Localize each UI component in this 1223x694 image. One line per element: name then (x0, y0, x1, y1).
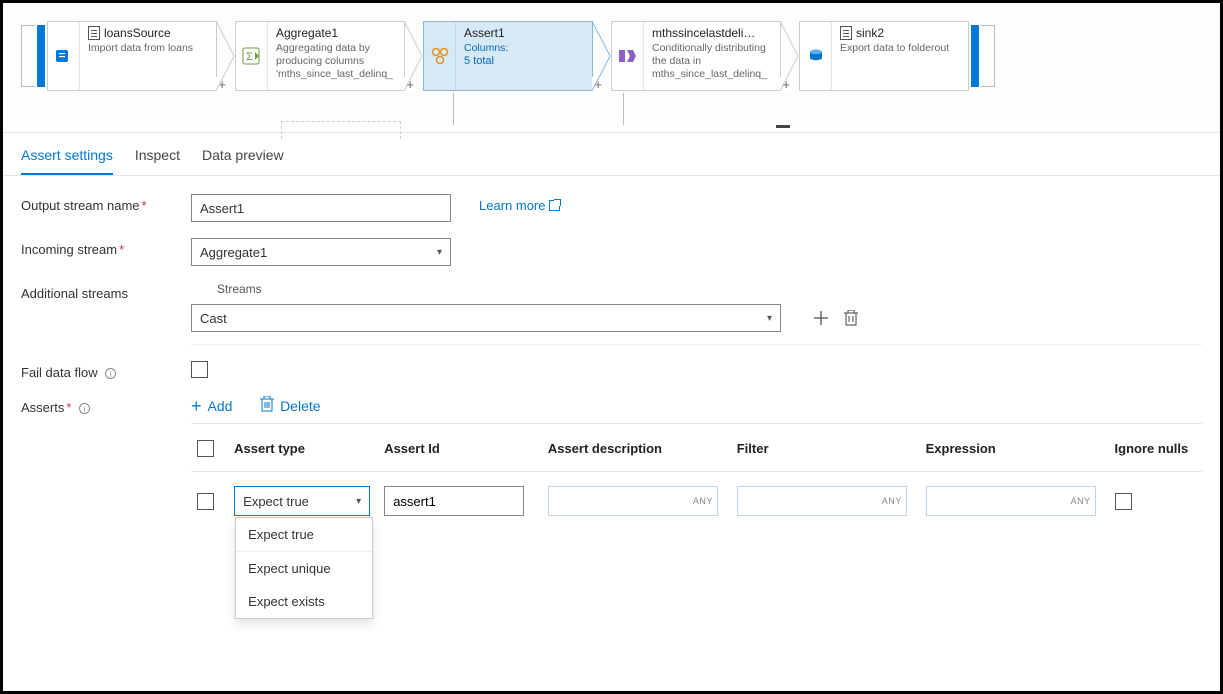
col-header-id: Assert Id (384, 441, 534, 456)
node-title: sink2 (856, 26, 884, 40)
flow-node-loanssource[interactable]: loansSource Import data from loans + (47, 21, 217, 91)
col-header-filter: Filter (737, 441, 912, 456)
output-stream-input[interactable] (191, 194, 451, 222)
output-stream-label: Output stream name* (21, 194, 191, 213)
col-header-type: Assert type (234, 441, 370, 456)
assert-id-input[interactable] (384, 486, 524, 516)
tab-data-preview[interactable]: Data preview (202, 141, 284, 175)
flow-node-aggregate1[interactable]: Σ Aggregate1 Aggregating data by produci… (235, 21, 405, 91)
info-icon[interactable]: i (79, 403, 90, 414)
svg-text:Σ: Σ (246, 51, 253, 63)
flow-end-cap (971, 25, 979, 87)
col-header-expression: Expression (926, 441, 1101, 456)
incoming-stream-label: Incoming stream* (21, 238, 191, 257)
external-link-icon (549, 200, 560, 211)
flow-connector (781, 21, 799, 91)
flow-connector (593, 21, 611, 91)
col-header-desc: Assert description (548, 441, 723, 456)
tab-inspect[interactable]: Inspect (135, 141, 180, 175)
node-title: loansSource (104, 26, 171, 40)
node-title: Aggregate1 (276, 26, 338, 40)
expression-input[interactable]: ANY (926, 486, 1096, 516)
table-row: Expect true ▾ Expect true Expect unique … (191, 472, 1202, 530)
dropdown-option[interactable]: Expect true (236, 518, 372, 552)
chevron-down-icon: ▾ (356, 496, 361, 507)
streams-select[interactable]: Cast ▾ (191, 304, 781, 332)
flow-node-sink2[interactable]: sink2 Export data to folderout (799, 21, 969, 91)
assert-icon (424, 22, 456, 90)
fail-data-flow-checkbox[interactable] (191, 361, 208, 378)
incoming-stream-select[interactable]: Aggregate1 ▾ (191, 238, 451, 266)
document-icon (88, 26, 100, 40)
select-all-checkbox[interactable] (197, 440, 214, 457)
dataflow-canvas: loansSource Import data from loans + Σ A… (3, 3, 1220, 133)
streams-header: Streams (217, 282, 1202, 296)
trash-icon (260, 396, 274, 415)
ignore-nulls-checkbox[interactable] (1115, 493, 1132, 510)
node-desc: Conditionally distributing the data in m… (652, 42, 772, 80)
flow-node-mthssincelastdeli[interactable]: mthssincelastdeli… Conditionally distrib… (611, 21, 781, 91)
flow-node-assert1[interactable]: Assert1 Columns: 5 total + (423, 21, 593, 91)
node-desc: Aggregating data by producing columns 'm… (276, 42, 396, 80)
chevron-down-icon: ▾ (437, 247, 442, 258)
filter-input[interactable]: ANY (737, 486, 907, 516)
dropdown-option[interactable]: Expect unique (236, 552, 372, 585)
chevron-down-icon: ▾ (767, 313, 772, 324)
source-icon (48, 22, 80, 90)
assert-description-input[interactable]: ANY (548, 486, 718, 516)
fail-data-flow-label: Fail data flow i (21, 361, 191, 380)
add-stream-button[interactable] (811, 308, 831, 328)
col-header-ignore-nulls: Ignore nulls (1115, 441, 1202, 456)
assert-type-dropdown: Expect true Expect unique Expect exists (235, 517, 373, 619)
additional-streams-label: Additional streams (21, 282, 191, 301)
split-icon (612, 22, 644, 90)
flow-begin-cap (37, 25, 45, 87)
branch-connector (623, 93, 624, 125)
node-title: Assert1 (464, 26, 505, 40)
ghost-node[interactable] (281, 121, 401, 139)
asserts-table: Assert type Assert Id Assert description… (191, 423, 1202, 530)
branch-connector (453, 93, 454, 125)
flow-end-outer (981, 25, 995, 87)
dropdown-option[interactable]: Expect exists (236, 585, 372, 618)
assert-type-select[interactable]: Expect true ▾ Expect true Expect unique … (234, 486, 370, 516)
node-desc: Import data from loans (88, 42, 208, 55)
canvas-handle[interactable] (776, 125, 790, 128)
delete-assert-button[interactable]: Delete (260, 396, 320, 415)
flow-begin-outer (21, 25, 35, 87)
node-title: mthssincelastdeli… (652, 26, 755, 40)
sink-icon (800, 22, 832, 90)
asserts-label: Asserts* i (21, 396, 191, 415)
info-icon[interactable]: i (105, 368, 116, 379)
columns-value: 5 total (464, 55, 584, 68)
tab-assert-settings[interactable]: Assert settings (21, 141, 113, 175)
learn-more-link[interactable]: Learn more (479, 194, 560, 213)
delete-stream-button[interactable] (841, 308, 861, 328)
document-icon (840, 26, 852, 40)
settings-tabs: Assert settings Inspect Data preview (3, 133, 1220, 176)
row-checkbox[interactable] (197, 493, 214, 510)
assert-settings-panel: Output stream name* Learn more Incoming … (3, 176, 1220, 530)
plus-icon: + (191, 399, 202, 413)
add-assert-button[interactable]: + Add (191, 398, 232, 414)
aggregate-icon: Σ (236, 22, 268, 90)
flow-connector (405, 21, 423, 91)
node-desc: Export data to folderout (840, 42, 960, 55)
flow-connector (217, 21, 235, 91)
columns-label: Columns: (464, 42, 584, 55)
